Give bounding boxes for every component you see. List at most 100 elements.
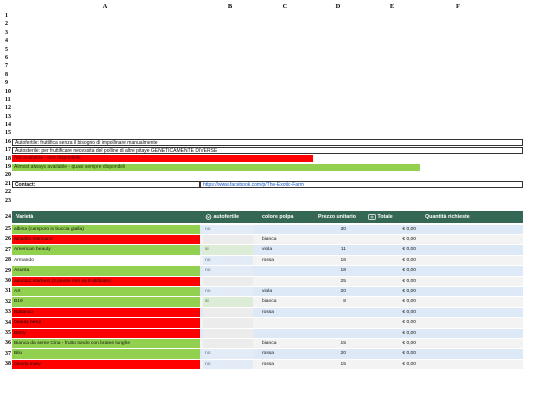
- unit-price-cell[interactable]: 15: [316, 360, 366, 369]
- pulp-color-cell[interactable]: rossa: [260, 349, 310, 358]
- row-number[interactable]: 26: [5, 234, 11, 244]
- total-cell[interactable]: € 0,00: [368, 225, 418, 234]
- quantity-cell[interactable]: [420, 297, 523, 306]
- variety-cell[interactable]: beauty berry: [12, 318, 200, 328]
- autofertile-dropdown[interactable]: no: [203, 359, 253, 370]
- row-number[interactable]: 25: [5, 224, 11, 234]
- variety-cell[interactable]: albina (camporo is buccia gialla): [12, 224, 200, 234]
- autofertile-dropdown[interactable]: no: [203, 224, 253, 234]
- row-number[interactable]: 24: [5, 210, 11, 224]
- quantity-cell[interactable]: [420, 318, 523, 327]
- unit-price-cell[interactable]: 18: [316, 266, 366, 275]
- quantity-cell[interactable]: [420, 308, 523, 317]
- contact-link[interactable]: https://www.facebook.com/p/The-Exotic-Fa…: [200, 180, 523, 188]
- autofertile-dropdown[interactable]: no: [203, 286, 253, 297]
- total-cell[interactable]: € 0,00: [368, 360, 418, 369]
- pulp-color-cell[interactable]: [260, 329, 310, 338]
- pulp-color-cell[interactable]: [260, 277, 310, 286]
- quantity-cell[interactable]: [420, 277, 523, 286]
- row-number[interactable]: 13: [5, 113, 11, 121]
- row-number[interactable]: 21: [5, 180, 11, 188]
- quantity-cell[interactable]: [420, 349, 523, 358]
- quantity-cell[interactable]: [420, 287, 523, 296]
- variety-cell[interactable]: B19: [12, 297, 200, 307]
- pulp-color-cell[interactable]: rossa: [260, 360, 310, 369]
- variety-cell[interactable]: Bianca da seme Cina - frutto tondo con b…: [12, 338, 200, 349]
- total-cell[interactable]: € 0,00: [368, 287, 418, 296]
- column-header-f[interactable]: F: [448, 2, 468, 12]
- total-cell[interactable]: € 0,00: [368, 318, 418, 327]
- unit-price-cell[interactable]: 11: [316, 245, 366, 254]
- column-header-a[interactable]: A: [60, 2, 150, 12]
- total-cell[interactable]: € 0,00: [368, 256, 418, 265]
- header-qty[interactable]: Quantità richieste: [425, 211, 470, 223]
- row-number[interactable]: 28: [5, 255, 11, 265]
- row-number[interactable]: 6: [5, 54, 8, 62]
- row-number[interactable]: 18: [5, 155, 11, 163]
- variety-cell[interactable]: Bilu: [12, 349, 200, 359]
- quantity-cell[interactable]: [420, 256, 523, 265]
- quantity-cell[interactable]: [420, 360, 523, 369]
- unit-price-cell[interactable]: 20: [316, 287, 366, 296]
- pulp-color-cell[interactable]: rossa: [260, 308, 310, 317]
- unit-price-cell[interactable]: 8: [316, 297, 366, 306]
- row-number[interactable]: 38: [5, 359, 11, 369]
- row-number[interactable]: 2: [5, 20, 8, 28]
- autofertile-dropdown[interactable]: [203, 328, 253, 338]
- pulp-color-cell[interactable]: [260, 266, 310, 275]
- header-autofertile[interactable]: autofertile: [205, 211, 239, 223]
- row-number[interactable]: 20: [5, 171, 11, 179]
- total-cell[interactable]: € 0,00: [368, 329, 418, 338]
- quantity-cell[interactable]: [420, 339, 523, 348]
- quantity-cell[interactable]: [420, 266, 523, 275]
- header-color[interactable]: colore polpa: [262, 211, 294, 223]
- pulp-color-cell[interactable]: bianca: [260, 235, 310, 244]
- variety-cell[interactable]: American beauty: [12, 245, 200, 255]
- row-number[interactable]: 32: [5, 297, 11, 307]
- variety-cell[interactable]: Asunta: [12, 266, 200, 276]
- pulp-color-cell[interactable]: bianca: [260, 297, 310, 306]
- header-total[interactable]: Totale: [368, 211, 393, 223]
- row-number[interactable]: 5: [5, 46, 8, 54]
- legend-almost-available[interactable]: Almost always available - quasi sempre d…: [12, 163, 420, 171]
- row-number[interactable]: 9: [5, 79, 8, 87]
- total-cell[interactable]: € 0,00: [368, 297, 418, 306]
- pulp-color-cell[interactable]: bianca: [260, 339, 310, 348]
- row-number[interactable]: 4: [5, 37, 8, 45]
- row-number[interactable]: 22: [5, 188, 11, 196]
- row-number[interactable]: 10: [5, 88, 11, 96]
- row-number[interactable]: 31: [5, 286, 11, 296]
- contact-label[interactable]: Contact:: [12, 180, 200, 188]
- pulp-color-cell[interactable]: viola: [260, 287, 310, 296]
- row-number[interactable]: 37: [5, 349, 11, 359]
- autofertile-dropdown[interactable]: no: [203, 255, 253, 266]
- variety-cell[interactable]: bloody mary: [12, 359, 200, 370]
- unit-price-cell[interactable]: 15: [316, 339, 366, 348]
- column-header-b[interactable]: B: [220, 2, 240, 12]
- row-number[interactable]: 35: [5, 328, 11, 338]
- unit-price-cell[interactable]: 25: [316, 277, 366, 286]
- row-number[interactable]: 12: [5, 104, 11, 112]
- row-number[interactable]: 17: [5, 146, 11, 154]
- row-number[interactable]: 36: [5, 338, 11, 348]
- autofertile-dropdown[interactable]: si: [203, 297, 253, 307]
- column-header-c[interactable]: C: [275, 2, 295, 12]
- variety-cell[interactable]: AX: [12, 286, 200, 297]
- unit-price-cell[interactable]: [316, 235, 366, 244]
- row-number[interactable]: 14: [5, 121, 11, 129]
- legend-autosterile[interactable]: Autosterile: per fruttificare necessita …: [12, 146, 523, 154]
- total-cell[interactable]: € 0,00: [368, 308, 418, 317]
- variety-cell[interactable]: asunta1 starbust (3 piante non sa frutti…: [12, 276, 200, 286]
- row-number[interactable]: 33: [5, 307, 11, 317]
- row-number[interactable]: 7: [5, 62, 8, 70]
- row-number[interactable]: 29: [5, 266, 11, 276]
- variety-cell[interactable]: Baltanco: [12, 307, 200, 318]
- pulp-color-cell[interactable]: viola: [260, 245, 310, 254]
- row-number[interactable]: 8: [5, 71, 8, 79]
- variety-cell[interactable]: amarillo mericano: [12, 234, 200, 245]
- variety-cell[interactable]: Armando: [12, 256, 200, 265]
- row-number[interactable]: 27: [5, 245, 11, 255]
- unit-price-cell[interactable]: 30: [316, 225, 366, 234]
- unit-price-cell[interactable]: [316, 308, 366, 317]
- variety-cell[interactable]: Berry: [12, 328, 200, 338]
